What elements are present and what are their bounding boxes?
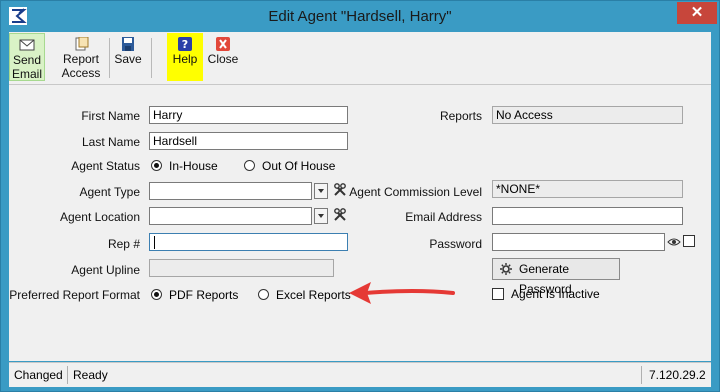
send-email-button[interactable]: Send Email	[9, 33, 45, 81]
save-button[interactable]: Save	[113, 33, 143, 81]
window-title: Edit Agent "Hardsell, Harry"	[268, 8, 452, 25]
toolbar-separator	[151, 38, 152, 78]
save-icon	[122, 37, 134, 51]
agent-type-dropdown-button[interactable]	[314, 183, 328, 199]
password-field[interactable]	[492, 233, 665, 251]
out-of-house-radio[interactable]	[244, 160, 255, 171]
agent-location-label: Agent Location	[59, 210, 140, 224]
agent-commission-level-field: *NONE*	[492, 180, 683, 198]
in-house-radio[interactable]	[151, 160, 162, 171]
email-address-label: Email Address	[405, 210, 482, 224]
agent-commission-level-label: Agent Commission Level	[349, 185, 482, 199]
status-version: 7.120.29.2	[649, 368, 706, 382]
agent-type-label: Agent Type	[79, 185, 141, 199]
toolbar-separator	[109, 38, 110, 78]
close-label: Close	[207, 52, 239, 66]
out-of-house-label: Out Of House	[262, 159, 336, 173]
report-access-button[interactable]: Report Access	[59, 33, 103, 81]
first-name-label: First Name	[81, 109, 140, 123]
help-label: Help	[172, 52, 198, 66]
generate-password-button[interactable]: Generate Password	[492, 258, 620, 296]
envelope-icon	[19, 39, 35, 51]
status-ready: Ready	[73, 368, 108, 382]
agent-status-label: Agent Status	[71, 159, 140, 173]
annotation-arrow	[349, 282, 455, 304]
excel-reports-label: Excel Reports	[276, 288, 351, 302]
send-email-label-1: Send	[12, 53, 42, 67]
rep-number-label: Rep #	[107, 237, 140, 251]
save-label: Save	[114, 52, 142, 66]
tools-icon[interactable]	[333, 183, 347, 197]
svg-text:?: ?	[182, 38, 188, 51]
report-icon	[75, 37, 89, 51]
preferred-report-format-label: Preferred Report Format	[9, 288, 140, 302]
pdf-reports-radio[interactable]	[151, 289, 162, 300]
reports-label: Reports	[439, 109, 482, 123]
agent-inactive-checkbox[interactable]	[492, 288, 504, 300]
agent-upline-label: Agent Upline	[71, 263, 140, 277]
agent-location-dropdown-button[interactable]	[314, 208, 328, 224]
agent-form: First Name Harry Last Name Hardsell Agen…	[9, 85, 711, 361]
radio-selected-dot	[154, 292, 159, 297]
show-password-checkbox[interactable]	[683, 235, 695, 247]
eye-icon[interactable]	[667, 237, 681, 247]
status-separator	[641, 366, 642, 384]
title-bar: Edit Agent "Hardsell, Harry" ✕	[1, 1, 719, 32]
email-address-field[interactable]	[492, 207, 683, 225]
close-icon	[216, 37, 230, 51]
pdf-reports-label: PDF Reports	[169, 288, 239, 302]
last-name-field[interactable]: Hardsell	[149, 132, 348, 150]
gear-icon	[500, 263, 512, 275]
send-email-label-2: Email	[11, 67, 42, 81]
radio-selected-dot	[154, 163, 159, 168]
app-window: Edit Agent "Hardsell, Harry" ✕ Send Emai…	[0, 0, 720, 392]
text-caret	[154, 236, 155, 249]
first-name-field[interactable]: Harry	[149, 106, 348, 124]
status-changed: Changed	[14, 368, 63, 382]
toolbar: Send Email Report Access Save ? Help Clo…	[9, 32, 711, 85]
reports-field: No Access	[492, 106, 683, 124]
report-access-label-1: Report	[62, 52, 100, 66]
in-house-label: In-House	[169, 159, 218, 173]
status-separator	[67, 366, 68, 384]
last-name-label: Last Name	[81, 135, 140, 149]
agent-upline-field	[149, 259, 334, 277]
window-close-button[interactable]: ✕	[677, 2, 717, 24]
help-icon: ?	[178, 37, 192, 51]
agent-location-select[interactable]	[149, 207, 312, 225]
rep-number-field[interactable]	[149, 233, 348, 251]
agent-type-select[interactable]	[149, 182, 312, 200]
tools-icon[interactable]	[333, 208, 347, 222]
close-button[interactable]: Close	[205, 33, 241, 81]
help-button[interactable]: ? Help	[167, 33, 203, 81]
report-access-label-2: Access	[61, 66, 101, 80]
password-label: Password	[429, 237, 482, 251]
excel-reports-radio[interactable]	[258, 289, 269, 300]
status-bar: Changed Ready 7.120.29.2	[9, 362, 711, 387]
agent-inactive-label: Agent Is Inactive	[511, 287, 600, 301]
